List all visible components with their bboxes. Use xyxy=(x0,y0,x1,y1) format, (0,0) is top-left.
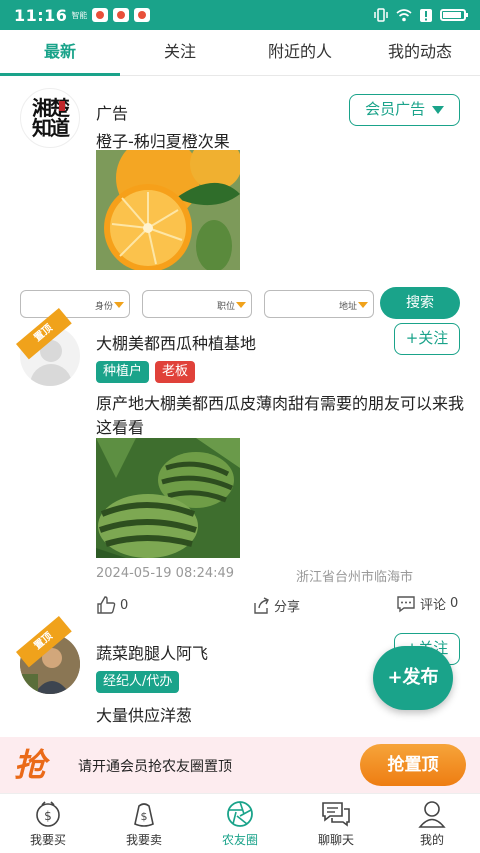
nav-sell-label: 我要卖 xyxy=(125,833,162,847)
advertiser-logo: 湘楚知道 xyxy=(32,96,70,140)
grab-icon: 抢 xyxy=(14,746,47,784)
wifi-icon xyxy=(396,8,412,21)
like-button[interactable]: 0 xyxy=(96,596,128,614)
notification-app-icon xyxy=(113,8,130,22)
pin-promo-banner: 抢 请开通会员抢农友圈置顶 抢置顶 xyxy=(0,737,480,793)
tab-nearby[interactable]: 附近的人 xyxy=(240,30,360,75)
alert-icon xyxy=(420,8,432,22)
orange-photo[interactable] xyxy=(96,150,240,270)
battery-icon xyxy=(440,9,468,21)
advertiser-logo-avatar[interactable]: 湘楚知道 xyxy=(20,88,80,148)
tab-following[interactable]: 关注 xyxy=(120,30,240,75)
promo-text: 请开通会员抢农友圈置顶 xyxy=(78,759,232,775)
notification-app-icon xyxy=(92,8,109,22)
user-tags: 经纪人/代办 xyxy=(96,671,185,693)
position-filter-label: 职位 xyxy=(216,302,235,312)
ad-label: 广告 xyxy=(96,104,129,123)
svg-text:$: $ xyxy=(44,809,52,823)
publish-button[interactable]: +发布 xyxy=(373,646,453,710)
nav-chat-label: 聊聊天 xyxy=(317,833,354,847)
nav-me-label: 我的 xyxy=(419,833,444,847)
comment-button[interactable]: 评论 0 xyxy=(396,594,458,613)
svg-text:$: $ xyxy=(141,810,148,823)
nav-farmer-circle[interactable]: 农友圈 xyxy=(192,794,288,853)
post-text: 原产地大棚美都西瓜皮薄肉甜有需要的朋友可以来我这看看 xyxy=(96,394,465,437)
ad-text: 橙子-秭归夏橙次果 xyxy=(96,132,230,151)
tab-my-activity[interactable]: 我的动态 xyxy=(360,30,480,75)
aperture-icon xyxy=(227,801,253,827)
share-icon xyxy=(254,596,269,614)
nav-farmer-circle-label: 农友圈 xyxy=(221,833,258,847)
address-filter-label: 地址 xyxy=(338,302,357,312)
member-ad-label: 会员广告 xyxy=(365,100,426,118)
carrier-label: 智能 xyxy=(71,10,88,20)
post-author-name[interactable]: 蔬菜跑腿人阿飞 xyxy=(96,640,208,664)
status-time: 11:16 xyxy=(14,5,68,25)
share-label: 分享 xyxy=(274,600,301,615)
nav-me[interactable]: 我的 xyxy=(384,794,480,853)
chat-icon xyxy=(322,802,350,827)
tag-boss: 老板 xyxy=(155,361,196,383)
member-ad-button[interactable]: 会员广告 xyxy=(349,94,460,126)
logo-seal-mark xyxy=(59,101,65,111)
person-icon xyxy=(418,801,446,828)
nav-chat[interactable]: 聊聊天 xyxy=(288,794,384,853)
feed-tabs: 最新 关注 附近的人 我的动态 xyxy=(0,30,480,76)
tab-latest[interactable]: 最新 xyxy=(0,30,120,76)
notification-app-icon xyxy=(134,8,151,22)
tag-grower: 种植户 xyxy=(96,361,150,383)
post-location: 浙江省台州市临海市 xyxy=(296,570,414,585)
dropdown-arrow-icon xyxy=(358,302,368,308)
triangle-down-icon xyxy=(431,105,444,114)
like-count: 0 xyxy=(120,597,129,613)
dropdown-arrow-icon xyxy=(236,302,246,308)
dropdown-arrow-icon xyxy=(114,302,124,308)
filter-bar: 身份 职位 地址 搜索 xyxy=(0,287,480,321)
nav-buy-label: 我要买 xyxy=(29,833,66,847)
bottom-nav: $ 我要买 $ 我要卖 农友圈 聊聊天 我的 xyxy=(0,793,480,853)
status-bar: 11:16 智能 xyxy=(0,0,480,30)
watermelon-photo[interactable] xyxy=(96,438,240,558)
post-text: 大量供应洋葱 xyxy=(96,706,193,725)
comment-count: 0 xyxy=(450,596,459,611)
post-author-name[interactable]: 大棚美都西瓜种植基地 xyxy=(96,330,256,354)
position-filter-select[interactable]: 职位 xyxy=(142,290,252,318)
thumbs-up-icon xyxy=(97,596,116,614)
comment-label: 评论 xyxy=(420,598,447,613)
nav-sell[interactable]: $ 我要卖 xyxy=(96,794,192,853)
share-button[interactable]: 分享 xyxy=(252,596,300,615)
user-tags: 种植户 老板 xyxy=(96,361,201,383)
nav-buy[interactable]: $ 我要买 xyxy=(0,794,96,853)
post-timestamp: 2024-05-19 08:24:49 xyxy=(96,566,235,581)
search-button[interactable]: 搜索 xyxy=(380,287,460,319)
address-filter-select[interactable]: 地址 xyxy=(264,290,374,318)
grab-pin-button[interactable]: 抢置顶 xyxy=(360,744,466,786)
comment-icon xyxy=(397,595,415,612)
tag-broker-agent: 经纪人/代办 xyxy=(96,671,180,693)
identity-filter-select[interactable]: 身份 xyxy=(20,290,130,318)
follow-button[interactable]: +关注 xyxy=(394,323,460,355)
identity-filter-label: 身份 xyxy=(94,302,113,312)
money-bag-icon: $ xyxy=(36,801,60,827)
sell-bag-icon: $ xyxy=(134,803,154,827)
vibrate-icon xyxy=(374,8,388,22)
